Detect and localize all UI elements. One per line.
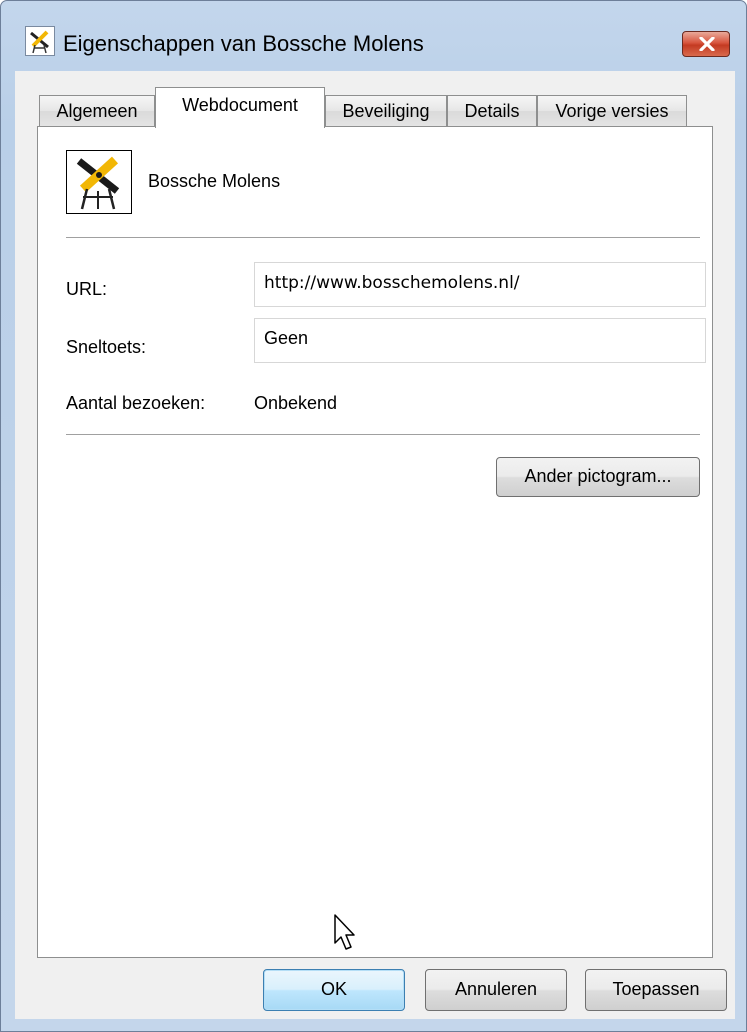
shortcut-label: Sneltoets: xyxy=(66,337,147,357)
tab-label: Vorige versies xyxy=(555,101,669,121)
visits-label: Aantal bezoeken: xyxy=(66,393,206,413)
title-bar[interactable]: Eigenschappen van Bossche Molens xyxy=(1,1,746,71)
tab-algemeen[interactable]: Algemeen xyxy=(39,95,155,126)
tab-label: Details xyxy=(464,101,520,121)
close-icon xyxy=(699,37,715,51)
url-field[interactable]: http://www.bosschemolens.nl/ xyxy=(254,262,706,307)
cancel-button[interactable]: Annuleren xyxy=(425,969,567,1011)
mouse-pointer-icon xyxy=(333,913,359,958)
ok-button[interactable]: OK xyxy=(263,969,405,1011)
tab-label: Webdocument xyxy=(182,95,298,115)
change-icon-button[interactable]: Ander pictogram... xyxy=(496,457,700,497)
window-title: Eigenschappen van Bossche Molens xyxy=(63,31,424,56)
properties-dialog: Eigenschappen van Bossche Molens Algemee… xyxy=(0,0,747,1032)
visits-value: Onbekend xyxy=(254,393,338,413)
dialog-client-area: Algemeen Webdocument Beveiliging Details… xyxy=(15,71,735,1019)
shortcut-field[interactable]: Geen xyxy=(254,318,706,363)
site-name: Bossche Molens xyxy=(148,171,281,191)
url-label: URL: xyxy=(66,279,108,299)
divider xyxy=(66,237,700,239)
tab-details[interactable]: Details xyxy=(447,95,537,126)
close-button[interactable] xyxy=(682,31,730,57)
tab-vorige-versies[interactable]: Vorige versies xyxy=(537,95,687,126)
tab-label: Beveiliging xyxy=(342,101,430,121)
tab-panel-webdocument: Bossche Molens URL: http://www.bosschemo… xyxy=(37,126,713,958)
tab-webdocument[interactable]: Webdocument xyxy=(155,87,325,128)
windmill-icon xyxy=(66,150,132,214)
tab-label: Algemeen xyxy=(56,101,138,121)
divider xyxy=(66,434,700,436)
tab-beveiliging[interactable]: Beveiliging xyxy=(325,95,447,126)
windmill-icon xyxy=(25,26,55,56)
apply-button[interactable]: Toepassen xyxy=(585,969,727,1011)
